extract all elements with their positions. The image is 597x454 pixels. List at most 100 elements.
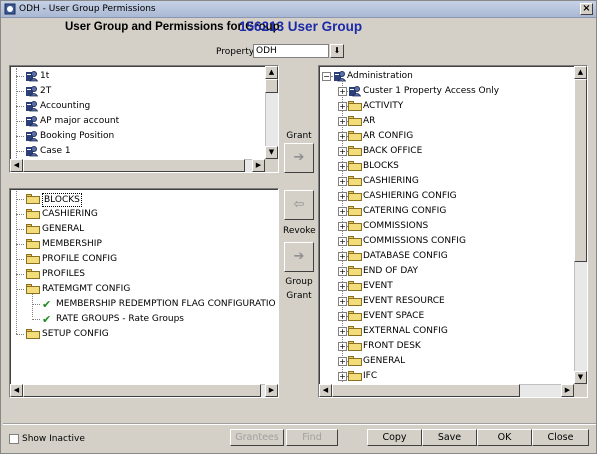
expand-icon[interactable]: +: [338, 162, 347, 171]
available-item[interactable]: + AR: [321, 114, 571, 129]
available-item[interactable]: + DATABASE CONFIG: [321, 249, 571, 264]
available-item[interactable]: + IFC: [321, 369, 571, 383]
scroll-right-button[interactable]: ▶: [561, 384, 574, 397]
expand-icon[interactable]: +: [338, 132, 347, 141]
expand-icon[interactable]: +: [338, 312, 347, 321]
ok-button[interactable]: OK: [477, 429, 532, 446]
available-item-label: EXTERNAL CONFIG: [363, 326, 448, 336]
groups-vertical-scrollbar[interactable]: ▲ ▼: [265, 66, 278, 159]
granted-item[interactable]: CASHIERING: [12, 207, 276, 222]
show-inactive-checkbox[interactable]: [9, 434, 19, 444]
scroll-thumb[interactable]: [332, 384, 520, 397]
scroll-thumb[interactable]: [574, 79, 587, 262]
granted-permissions-tree[interactable]: BLOCKS CASHIERING GENERAL MEMBERSHIP PROFILE…: [12, 191, 276, 383]
scroll-left-button[interactable]: ◀: [319, 384, 332, 397]
group-item[interactable]: Accounting: [12, 99, 262, 114]
available-item[interactable]: + END OF DAY: [321, 264, 571, 279]
scroll-thumb[interactable]: [23, 159, 245, 172]
available-horizontal-scrollbar[interactable]: ◀ ▶: [319, 384, 574, 397]
expand-icon[interactable]: +: [338, 252, 347, 261]
group-item[interactable]: 2T: [12, 84, 262, 99]
scroll-up-button[interactable]: ▲: [265, 66, 278, 79]
grant-button[interactable]: ➔: [284, 143, 314, 173]
expand-icon[interactable]: +: [338, 282, 347, 291]
copy-button[interactable]: Copy: [367, 429, 422, 446]
granted-item[interactable]: SETUP CONFIG: [12, 327, 276, 342]
granted-item[interactable]: PROFILE CONFIG: [12, 252, 276, 267]
available-permissions-tree[interactable]: − Administration + Custer 1 Property Access…: [321, 68, 573, 383]
available-item[interactable]: + CASHIERING: [321, 174, 571, 189]
available-root[interactable]: − Administration: [321, 69, 571, 84]
folder-icon: [348, 116, 362, 126]
scroll-thumb[interactable]: [23, 384, 261, 397]
available-item[interactable]: + EVENT SPACE: [321, 309, 571, 324]
available-item[interactable]: + BLOCKS: [321, 159, 571, 174]
groups-horizontal-scrollbar[interactable]: ◀ ▶: [10, 159, 265, 172]
granted-item[interactable]: ✔ MEMBERSHIP REDEMPTION FLAG CONFIGURATIO…: [12, 297, 276, 312]
group-item[interactable]: Case 1: [12, 144, 262, 158]
expand-icon[interactable]: +: [338, 297, 347, 306]
scroll-right-button[interactable]: ▶: [265, 384, 278, 397]
available-item[interactable]: + CATERING CONFIG: [321, 204, 571, 219]
expand-icon[interactable]: +: [338, 222, 347, 231]
granted-item[interactable]: ✔ RATE GROUPS - Rate Groups: [12, 312, 276, 327]
expand-icon[interactable]: +: [338, 177, 347, 186]
save-button[interactable]: Save: [422, 429, 477, 446]
scroll-down-button[interactable]: ▼: [265, 146, 278, 159]
expand-icon[interactable]: +: [338, 267, 347, 276]
scroll-right-button[interactable]: ▶: [252, 159, 265, 172]
expand-icon[interactable]: +: [338, 87, 347, 96]
available-item[interactable]: + CASHIERING CONFIG: [321, 189, 571, 204]
scroll-left-button[interactable]: ◀: [10, 159, 23, 172]
folder-icon: [26, 254, 40, 264]
scroll-up-button[interactable]: ▲: [574, 66, 587, 79]
granted-item[interactable]: MEMBERSHIP: [12, 237, 276, 252]
available-item[interactable]: + EXTERNAL CONFIG: [321, 324, 571, 339]
expand-icon[interactable]: +: [338, 372, 347, 381]
granted-item[interactable]: PROFILES: [12, 267, 276, 282]
available-item[interactable]: + BACK OFFICE: [321, 144, 571, 159]
group-item[interactable]: Booking Position: [12, 129, 262, 144]
available-item[interactable]: + FRONT DESK: [321, 339, 571, 354]
scroll-down-button[interactable]: ▼: [574, 371, 587, 384]
group-item-label: Case 1: [40, 146, 71, 156]
group-item-label: AP major account: [40, 116, 120, 126]
expand-icon[interactable]: +: [338, 327, 347, 336]
scroll-thumb[interactable]: [265, 79, 278, 93]
group-item[interactable]: 1t: [12, 69, 262, 84]
available-item[interactable]: + Custer 1 Property Access Only: [321, 84, 571, 99]
close-button[interactable]: Close: [532, 429, 589, 446]
revoke-button[interactable]: ⇦: [284, 190, 314, 220]
expand-icon[interactable]: +: [338, 117, 347, 126]
find-button[interactable]: Find: [286, 429, 338, 446]
groups-tree[interactable]: 1t 2T Accounting AP major account Booking Po…: [12, 68, 264, 158]
group-item[interactable]: AP major account: [12, 114, 262, 129]
available-item[interactable]: + EVENT: [321, 279, 571, 294]
expand-icon[interactable]: +: [338, 207, 347, 216]
available-item[interactable]: + COMMISSIONS: [321, 219, 571, 234]
available-item-label: AR CONFIG: [363, 131, 414, 141]
expand-icon[interactable]: +: [338, 342, 347, 351]
expand-icon[interactable]: +: [338, 147, 347, 156]
available-item[interactable]: + COMMISSIONS CONFIG: [321, 234, 571, 249]
expand-icon[interactable]: +: [338, 192, 347, 201]
granted-item[interactable]: BLOCKS: [12, 192, 276, 207]
property-dropdown-button[interactable]: ⬇: [330, 44, 344, 58]
available-item[interactable]: + GENERAL: [321, 354, 571, 369]
property-input[interactable]: ODH: [253, 44, 329, 58]
granted-item[interactable]: GENERAL: [12, 222, 276, 237]
close-window-button[interactable]: ×: [580, 3, 593, 15]
available-item[interactable]: + AR CONFIG: [321, 129, 571, 144]
expand-icon[interactable]: +: [338, 102, 347, 111]
available-item[interactable]: + EVENT RESOURCE: [321, 294, 571, 309]
grantees-button[interactable]: Grantees: [230, 429, 284, 446]
collapse-icon[interactable]: −: [322, 72, 331, 81]
granted-horizontal-scrollbar[interactable]: ◀ ▶: [10, 384, 278, 397]
expand-icon[interactable]: +: [338, 237, 347, 246]
available-vertical-scrollbar[interactable]: ▲ ▼: [574, 66, 587, 384]
granted-item[interactable]: RATEMGMT CONFIG: [12, 282, 276, 297]
available-item[interactable]: + ACTIVITY: [321, 99, 571, 114]
scroll-left-button[interactable]: ◀: [10, 384, 23, 397]
expand-icon[interactable]: +: [338, 357, 347, 366]
group-grant-button[interactable]: ➔: [284, 242, 314, 272]
